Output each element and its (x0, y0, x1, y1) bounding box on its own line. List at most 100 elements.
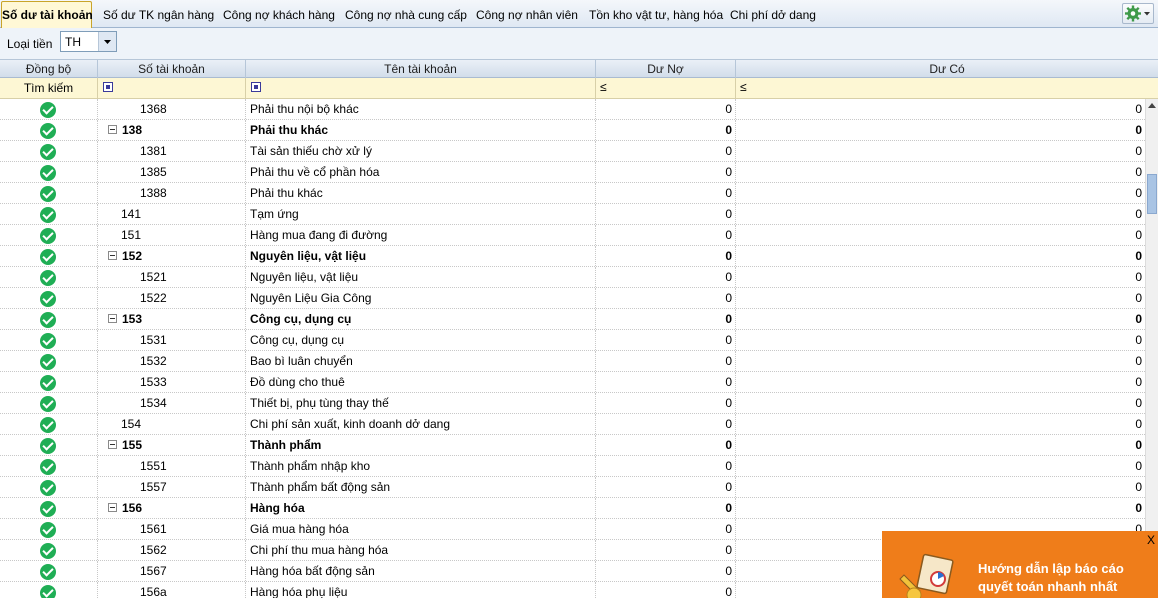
credit-balance: 0 (1135, 333, 1142, 347)
column-header-credit[interactable]: Dư Có (736, 60, 1158, 78)
debit-balance: 0 (596, 246, 736, 266)
account-number-cell: 1534 (98, 393, 246, 413)
less-equal-operator[interactable]: ≤ (740, 80, 747, 94)
synced-check-icon (40, 480, 56, 496)
account-number-cell: 1521 (98, 267, 246, 287)
debit-balance: 0 (596, 99, 736, 119)
table-row[interactable]: 1531 Công cụ, dụng cụ 0 0 (0, 330, 1145, 351)
debit-balance: 0 (596, 267, 736, 287)
synced-check-icon (40, 438, 56, 454)
column-header-account[interactable]: Số tài khoản (98, 60, 246, 78)
table-row[interactable]: 1522 Nguyên Liệu Gia Công 0 0 (0, 288, 1145, 309)
account-number-cell: 156a (98, 582, 246, 598)
promo-close-button[interactable]: X (1147, 533, 1155, 547)
table-row[interactable]: 1551 Thành phẩm nhập kho 0 0 (0, 456, 1145, 477)
sync-cell (0, 162, 98, 182)
table-row[interactable]: 153 Công cụ, dụng cụ 0 0 (0, 309, 1145, 330)
column-header-name[interactable]: Tên tài khoản (246, 60, 596, 78)
tab-wip-cost[interactable]: Chi phí dở dang (730, 3, 816, 27)
account-name: Thành phẩm nhập kho (246, 456, 596, 476)
credit-balance: 0 (1135, 459, 1142, 473)
collapse-toggle-icon[interactable] (108, 125, 117, 134)
collapse-toggle-icon[interactable] (108, 251, 117, 260)
table-row[interactable]: 1381 Tài sản thiếu chờ xử lý 0 0 (0, 141, 1145, 162)
tab-bank-balance[interactable]: Số dư TK ngân hàng (103, 3, 214, 27)
account-number: 1533 (140, 375, 167, 389)
sync-cell (0, 372, 98, 392)
debit-balance: 0 (596, 351, 736, 371)
table-row[interactable]: 1557 Thành phẩm bất động sản 0 0 (0, 477, 1145, 498)
account-name: Tạm ứng (246, 204, 596, 224)
account-name: Công cụ, dụng cụ (246, 330, 596, 350)
account-number: 1534 (140, 396, 167, 410)
sync-cell (0, 99, 98, 119)
account-name: Thiết bị, phụ tùng thay thế (246, 393, 596, 413)
synced-check-icon (40, 417, 56, 433)
debit-balance: 0 (596, 582, 736, 598)
filter-operator-icon[interactable] (251, 82, 261, 92)
chevron-down-icon[interactable] (98, 32, 116, 51)
table-row[interactable]: 156 Hàng hóa 0 0 (0, 498, 1145, 519)
credit-balance: 0 (1135, 270, 1142, 284)
synced-check-icon (40, 459, 56, 475)
tab-account-balance[interactable]: Số dư tài khoản (1, 1, 93, 28)
synced-check-icon (40, 354, 56, 370)
account-name: Phải thu khác (246, 120, 596, 140)
table-row[interactable]: 1534 Thiết bị, phụ tùng thay thế 0 0 (0, 393, 1145, 414)
credit-balance: 0 (1135, 228, 1142, 242)
account-name: Phải thu khác (246, 183, 596, 203)
vertical-scrollbar[interactable] (1145, 99, 1158, 598)
settings-button[interactable] (1122, 3, 1154, 24)
column-header-debit[interactable]: Dư Nợ (596, 60, 736, 78)
synced-check-icon (40, 165, 56, 181)
table-row[interactable]: 155 Thành phẩm 0 0 (0, 435, 1145, 456)
tab-customer-debt[interactable]: Công nợ khách hàng (223, 3, 335, 27)
synced-check-icon (40, 144, 56, 160)
collapse-toggle-icon[interactable] (108, 314, 117, 323)
scrollbar-thumb[interactable] (1147, 174, 1157, 214)
less-equal-operator[interactable]: ≤ (600, 80, 607, 94)
table-row[interactable]: 1533 Đồ dùng cho thuê 0 0 (0, 372, 1145, 393)
synced-check-icon (40, 564, 56, 580)
tab-bar: Số dư tài khoản Số dư TK ngân hàng Công … (0, 0, 1158, 28)
table-row[interactable]: 1385 Phải thu về cổ phần hóa 0 0 (0, 162, 1145, 183)
account-number-cell: 154 (98, 414, 246, 434)
table-row[interactable]: 138 Phải thu khác 0 0 (0, 120, 1145, 141)
scroll-up-arrow-icon[interactable] (1148, 103, 1156, 108)
table-row[interactable]: 152 Nguyên liệu, vật liệu 0 0 (0, 246, 1145, 267)
tab-inventory[interactable]: Tồn kho vật tư, hàng hóa (589, 3, 723, 27)
filter-operator-icon[interactable] (103, 82, 113, 92)
table-row[interactable]: 1521 Nguyên liệu, vật liệu 0 0 (0, 267, 1145, 288)
gear-icon (1125, 5, 1150, 22)
search-account-filter[interactable] (98, 78, 246, 98)
table-row[interactable]: 154 Chi phí sản xuất, kinh doanh dở dang 0… (0, 414, 1145, 435)
account-number-cell: 1532 (98, 351, 246, 371)
debit-balance: 0 (596, 330, 736, 350)
debit-balance: 0 (596, 225, 736, 245)
table-row[interactable]: 141 Tạm ứng 0 0 (0, 204, 1145, 225)
account-number-cell: 1533 (98, 372, 246, 392)
currency-select[interactable]: TH (60, 31, 117, 52)
credit-balance: 0 (1135, 102, 1142, 116)
account-number: 152 (122, 249, 143, 263)
promo-banner[interactable]: X Hướng dẫn lập báo cáo quyết toán nhanh… (882, 531, 1158, 598)
search-credit-filter[interactable]: ≤ (736, 78, 1158, 98)
tab-employee-debt[interactable]: Công nợ nhân viên (476, 3, 578, 27)
credit-balance: 0 (1135, 123, 1142, 137)
collapse-toggle-icon[interactable] (108, 440, 117, 449)
table-row[interactable]: 1368 Phải thu nội bộ khác 0 0 (0, 99, 1145, 120)
account-number-cell: 155 (98, 435, 246, 455)
account-number: 154 (121, 417, 142, 431)
table-row[interactable]: 151 Hàng mua đang đi đường 0 0 (0, 225, 1145, 246)
debit-balance: 0 (596, 414, 736, 434)
search-name-filter[interactable] (246, 78, 596, 98)
account-number-cell: 141 (98, 204, 246, 224)
tab-supplier-debt[interactable]: Công nợ nhà cung cấp (345, 3, 467, 27)
table-row[interactable]: 1532 Bao bì luân chuyển 0 0 (0, 351, 1145, 372)
collapse-toggle-icon[interactable] (108, 503, 117, 512)
column-header-sync[interactable]: Đồng bộ (0, 60, 98, 78)
account-name: Bao bì luân chuyển (246, 351, 596, 371)
sync-cell (0, 225, 98, 245)
search-debit-filter[interactable]: ≤ (596, 78, 736, 98)
table-row[interactable]: 1388 Phải thu khác 0 0 (0, 183, 1145, 204)
